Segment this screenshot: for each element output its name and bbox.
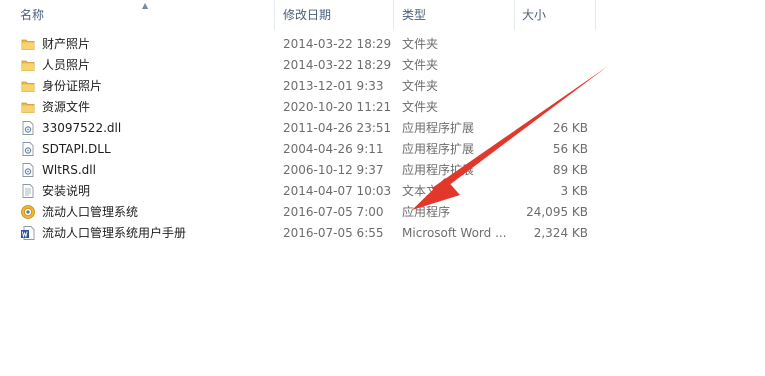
file-date: 2016-07-05 6:55: [283, 226, 384, 240]
column-header-bar: ▲ 名称 修改日期 类型 大小: [0, 0, 765, 30]
file-type: 文件夹: [402, 100, 439, 114]
file-type: 文件夹: [402, 79, 439, 93]
file-date: 2004-04-26 9:11: [283, 142, 384, 156]
column-header-name[interactable]: 名称: [20, 0, 44, 30]
file-type: 文本文档: [402, 184, 451, 198]
dll-file-icon: [20, 141, 36, 157]
file-list: 财产照片 2014-03-22 18:29 文件夹 人员照片 2014-03-2…: [0, 34, 765, 244]
file-date: 2014-03-22 18:29: [283, 37, 392, 51]
file-row[interactable]: 流动人口管理系统用户手册 2016-07-05 6:55 Microsoft W…: [0, 223, 765, 244]
file-type: 文件夹: [402, 58, 439, 72]
file-type: 应用程序扩展: [402, 142, 475, 156]
file-type: 应用程序扩展: [402, 121, 475, 135]
text-file-icon: [20, 183, 36, 199]
file-size: 26 KB: [552, 121, 588, 135]
file-type: Microsoft Word ...: [402, 226, 507, 240]
file-date: 2006-10-12 9:37: [283, 163, 384, 177]
file-date: 2013-12-01 9:33: [283, 79, 384, 93]
column-divider[interactable]: [274, 0, 275, 30]
file-name: WltRS.dll: [42, 163, 96, 177]
file-date: 2014-04-07 10:03: [283, 184, 392, 198]
file-row[interactable]: 人员照片 2014-03-22 18:29 文件夹: [0, 55, 765, 76]
file-date: 2011-04-26 23:51: [283, 121, 392, 135]
file-size: [520, 34, 588, 55]
sort-ascending-icon: ▲: [142, 1, 149, 10]
file-name: 财产照片: [42, 37, 91, 51]
file-name: SDTAPI.DLL: [42, 142, 111, 156]
file-row[interactable]: 资源文件 2020-10-20 11:21 文件夹: [0, 97, 765, 118]
file-row[interactable]: 身份证照片 2013-12-01 9:33 文件夹: [0, 76, 765, 97]
file-row[interactable]: 33097522.dll 2011-04-26 23:51 应用程序扩展 26 …: [0, 118, 765, 139]
file-date: 2014-03-22 18:29: [283, 58, 392, 72]
file-row[interactable]: 流动人口管理系统 2016-07-05 7:00 应用程序 24,095 KB: [0, 202, 765, 223]
folder-icon: [20, 99, 36, 115]
file-name: 身份证照片: [42, 79, 103, 93]
dll-file-icon: [20, 162, 36, 178]
file-name: 流动人口管理系统用户手册: [42, 226, 187, 240]
file-explorer-list: ▲ 名称 修改日期 类型 大小 财产照片 2014-03-22 18:29 文件…: [0, 0, 765, 376]
word-document-icon: [20, 225, 36, 241]
folder-icon: [20, 57, 36, 73]
file-size: 24,095 KB: [526, 205, 588, 219]
file-row[interactable]: 财产照片 2014-03-22 18:29 文件夹: [0, 34, 765, 55]
file-size: 89 KB: [552, 163, 588, 177]
column-header-size[interactable]: 大小: [522, 0, 546, 30]
file-size: [520, 97, 588, 118]
file-size: [520, 55, 588, 76]
column-divider[interactable]: [393, 0, 394, 30]
file-date: 2016-07-05 7:00: [283, 205, 384, 219]
file-name: 资源文件: [42, 100, 91, 114]
file-row[interactable]: 安装说明 2014-04-07 10:03 文本文档 3 KB: [0, 181, 765, 202]
file-name: 人员照片: [42, 58, 91, 72]
file-type: 应用程序: [402, 205, 451, 219]
file-size: [520, 76, 588, 97]
file-size: 56 KB: [552, 142, 588, 156]
file-name: 流动人口管理系统: [42, 205, 139, 219]
folder-icon: [20, 78, 36, 94]
column-divider[interactable]: [514, 0, 515, 30]
dll-file-icon: [20, 120, 36, 136]
file-type: 应用程序扩展: [402, 163, 475, 177]
file-size: 3 KB: [560, 184, 588, 198]
column-header-type[interactable]: 类型: [402, 0, 426, 30]
column-divider[interactable]: [595, 0, 596, 30]
file-name: 安装说明: [42, 184, 91, 198]
file-size: 2,324 KB: [533, 226, 588, 240]
application-icon: [20, 204, 36, 220]
folder-icon: [20, 36, 36, 52]
file-date: 2020-10-20 11:21: [283, 100, 392, 114]
file-row[interactable]: WltRS.dll 2006-10-12 9:37 应用程序扩展 89 KB: [0, 160, 765, 181]
file-row[interactable]: SDTAPI.DLL 2004-04-26 9:11 应用程序扩展 56 KB: [0, 139, 765, 160]
column-header-date[interactable]: 修改日期: [283, 0, 331, 30]
file-type: 文件夹: [402, 37, 439, 51]
file-name: 33097522.dll: [42, 121, 122, 135]
